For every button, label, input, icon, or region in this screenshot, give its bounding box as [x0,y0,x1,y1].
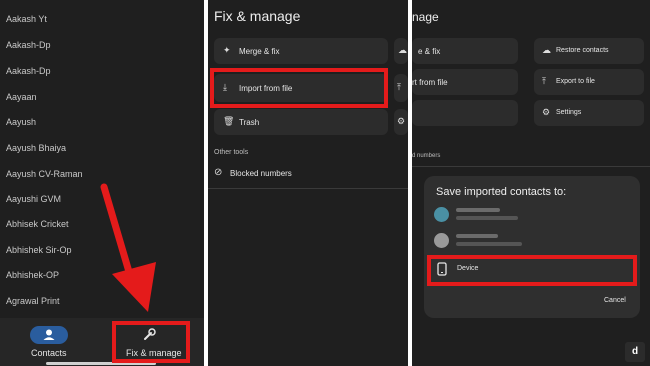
export-to-file-label: Export to file [556,78,595,85]
blurred-account-name [456,234,498,238]
watermark-logo: d [625,342,645,362]
restore-card-partial[interactable]: ☁ [394,38,408,64]
import-label-partial: rt from file [412,78,448,87]
other-tools-heading: Other tools [214,149,249,156]
device-highlight [427,255,637,286]
restore-contacts-label: Restore contacts [556,47,609,54]
blocked-numbers-label: Blocked numbers [230,169,292,178]
magic-wand-icon: ✦ [223,45,231,55]
fix-manage-panel: Fix & manage ✦ Merge & fix ☁ ⤓ Import fr… [208,0,408,366]
gear-icon: ⚙ [542,107,551,117]
gear-icon: ⚙ [397,116,406,126]
trash-card-partial[interactable] [412,100,518,126]
cancel-button[interactable]: Cancel [604,297,626,304]
export-to-file-button[interactable]: ⤒ Export to file [534,69,644,95]
settings-card-partial[interactable]: ⚙ [394,109,408,135]
cloud-icon: ☁ [398,45,407,55]
export-card-partial[interactable]: ⤒ [394,74,408,102]
page-title: Fix & manage [214,8,301,24]
merge-label-partial: e & fix [418,47,441,56]
merge-fix-label: Merge & fix [239,47,280,56]
merge-fix-button[interactable]: ✦ Merge & fix [214,38,388,64]
trash-label: Trash [239,118,260,127]
restore-contacts-button[interactable]: ☁ Restore contacts [534,38,644,64]
settings-button[interactable]: ⚙ Settings [534,100,644,126]
divider [208,188,408,189]
blurred-account-email [456,242,522,246]
save-contacts-dialog: Save imported contacts to: Device Cancel [424,176,640,318]
block-icon: ⊘ [214,167,223,178]
avatar [434,207,449,222]
divider [412,166,650,167]
import-card-partial[interactable]: rt from file [412,69,518,95]
cloud-icon: ☁ [542,45,551,55]
trash-icon: 🗑 [223,116,235,126]
dialog-title: Save imported contacts to: [436,186,567,198]
red-arrow-annotation [100,183,156,312]
trash-button[interactable]: 🗑 Trash [214,109,388,135]
avatar [434,233,449,248]
blurred-account-email [456,216,518,220]
page-title-partial: nage [412,10,439,24]
blocked-numbers-partial: d numbers [412,153,441,159]
merge-card-partial[interactable]: e & fix [412,38,518,64]
settings-label: Settings [556,109,582,116]
blurred-account-name [456,208,500,212]
import-highlight [210,68,388,108]
fix-manage-highlight [112,321,190,363]
upload-icon: ⤒ [542,76,546,86]
upload-icon: ⤒ [397,82,401,92]
